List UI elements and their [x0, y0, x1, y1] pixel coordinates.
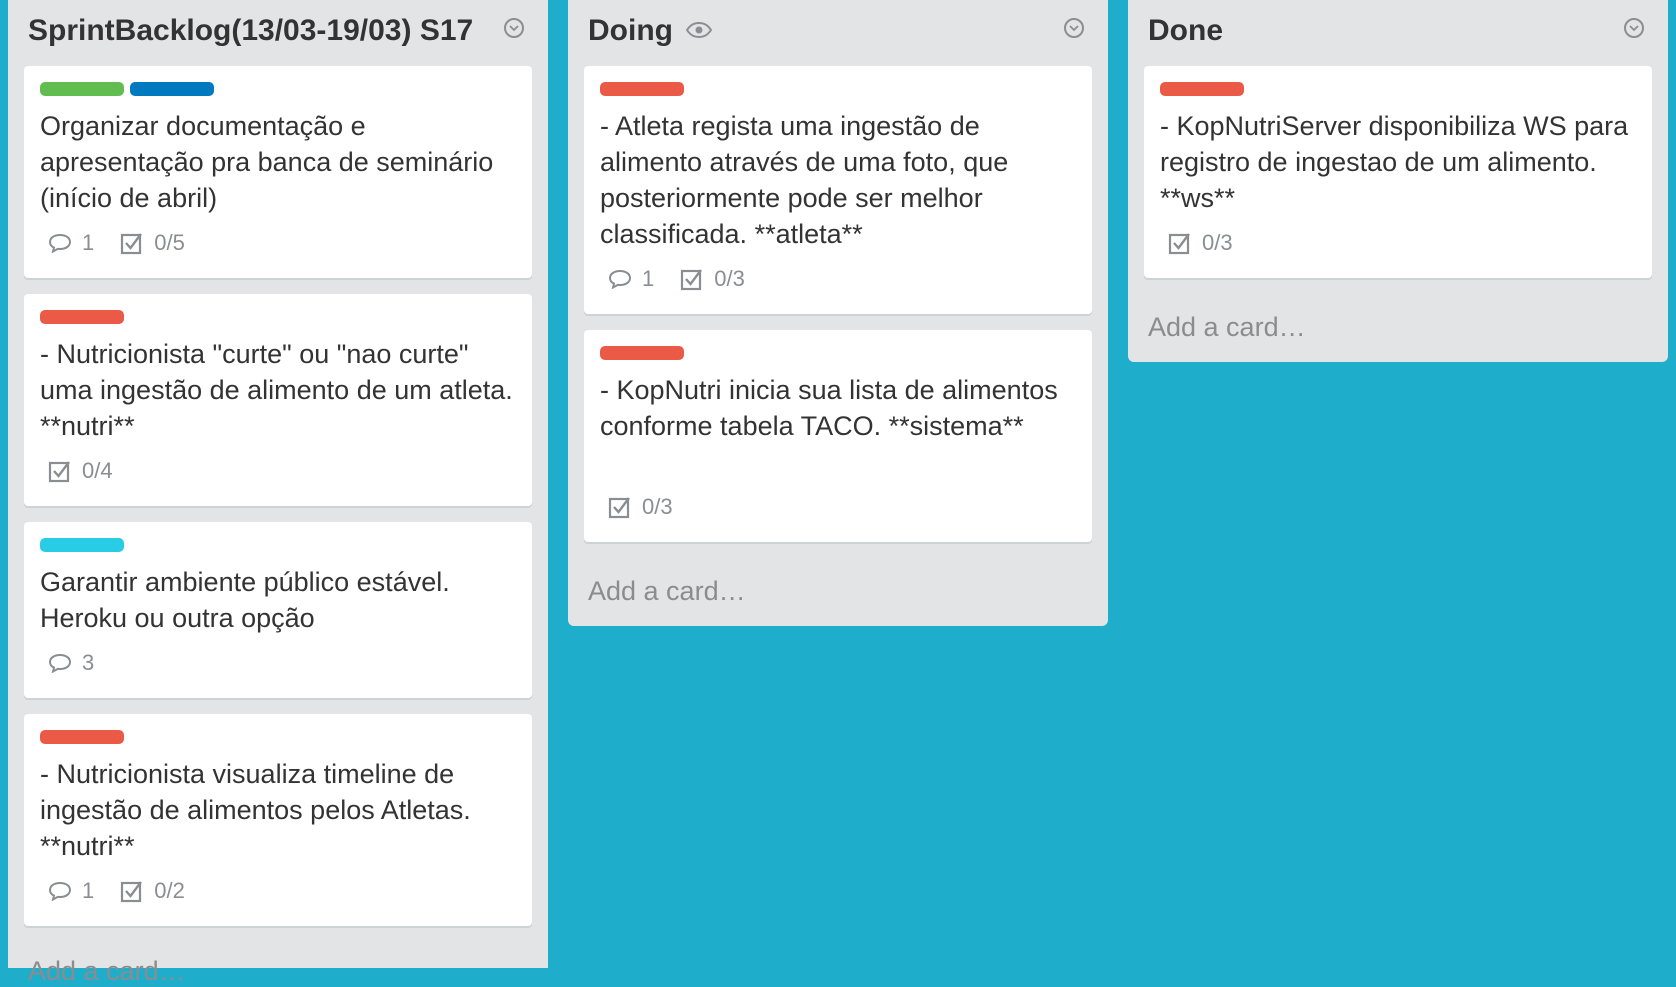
list-header: Doing: [568, 0, 1108, 66]
comment-icon: [48, 653, 72, 673]
label-red: [600, 82, 684, 96]
card[interactable]: - KopNutri inicia sua lista de alimentos…: [584, 330, 1092, 542]
card-title: - Nutricionista "curte" ou "nao curte" u…: [40, 339, 513, 441]
card-title: - Nutricionista visualiza timeline de in…: [40, 759, 471, 861]
checklist-count: 0/5: [154, 230, 185, 255]
list-done: Done - KopNutriServer disponibiliza WS p…: [1128, 0, 1668, 362]
comments-count: 3: [82, 650, 95, 675]
checklist-badge: 0/2: [120, 878, 185, 904]
label-red: [600, 346, 684, 360]
list-title[interactable]: Doing: [588, 14, 673, 48]
card-labels: [1160, 82, 1244, 96]
card-labels: [600, 82, 684, 96]
card-labels: [40, 82, 214, 96]
comments-badge: 1: [608, 266, 654, 292]
checklist-badge: 0/3: [680, 266, 745, 292]
add-card-link[interactable]: Add a card…: [588, 576, 746, 607]
comment-icon: [608, 269, 632, 289]
card-title: - KopNutri inicia sua lista de alimentos…: [600, 375, 1058, 441]
checklist-badge: 0/4: [48, 458, 113, 484]
card-badges: 1 0/2: [48, 878, 185, 904]
checklist-count: 0/3: [1202, 230, 1233, 255]
card[interactable]: - Nutricionista "curte" ou "nao curte" u…: [24, 294, 532, 506]
label-sky: [40, 538, 124, 552]
add-card-link[interactable]: Add a card…: [28, 956, 186, 987]
checklist-badge: 0/3: [608, 494, 673, 520]
label-blue: [130, 82, 214, 96]
card-badges: 3: [48, 650, 94, 676]
checklist-badge: 0/3: [1168, 230, 1233, 256]
list-menu-chevron-icon[interactable]: [504, 18, 524, 38]
checklist-count: 0/3: [642, 494, 673, 519]
comments-count: 1: [82, 878, 95, 903]
list-doing: Doing - Atleta regista uma ingestão de a…: [568, 0, 1108, 626]
label-red: [1160, 82, 1244, 96]
checkbox-icon: [121, 881, 143, 903]
comment-icon: [48, 881, 72, 901]
comments-badge: 1: [48, 230, 94, 256]
list-title[interactable]: SprintBacklog(13/03-19/03) S17: [28, 14, 473, 48]
comment-icon: [48, 233, 72, 253]
label-red: [40, 310, 124, 324]
checkbox-icon: [48, 461, 70, 483]
card-title: - KopNutriServer disponibiliza WS para r…: [1160, 111, 1629, 213]
list-header: Done: [1128, 0, 1668, 66]
card[interactable]: Garantir ambiente público estável. Herok…: [24, 522, 532, 698]
comments-badge: 1: [48, 878, 94, 904]
checkbox-icon: [608, 497, 630, 519]
comments-badge: 3: [48, 650, 94, 676]
checklist-count: 0/3: [714, 266, 745, 291]
card-labels: [600, 346, 684, 360]
checklist-badge: 0/5: [120, 230, 185, 256]
card[interactable]: - KopNutriServer disponibiliza WS para r…: [1144, 66, 1652, 278]
card[interactable]: - Atleta regista uma ingestão de aliment…: [584, 66, 1092, 314]
card-labels: [40, 538, 124, 552]
card-badges: 0/3: [1168, 230, 1233, 256]
card-title: - Atleta regista uma ingestão de aliment…: [600, 111, 1009, 249]
eye-icon: [686, 22, 712, 38]
label-green: [40, 82, 124, 96]
card-badges: 1 0/3: [608, 266, 745, 292]
card-badges: 0/3: [608, 494, 673, 520]
list-menu-chevron-icon[interactable]: [1064, 18, 1084, 38]
card-labels: [40, 310, 124, 324]
comments-count: 1: [642, 266, 655, 291]
card-labels: [40, 730, 124, 744]
card-title: Organizar documentação e apresentação pr…: [40, 111, 494, 213]
list-title[interactable]: Done: [1148, 14, 1223, 48]
list-header: SprintBacklog(13/03-19/03) S17: [8, 0, 548, 66]
add-card-link[interactable]: Add a card…: [1148, 312, 1306, 343]
card-badges: 0/4: [48, 458, 113, 484]
list-sprint-backlog: SprintBacklog(13/03-19/03) S17 Organizar…: [8, 0, 548, 986]
checklist-count: 0/2: [154, 878, 185, 903]
comments-count: 1: [82, 230, 95, 255]
checkbox-icon: [1168, 233, 1190, 255]
list-menu-chevron-icon[interactable]: [1624, 18, 1644, 38]
card-title: Garantir ambiente público estável. Herok…: [40, 567, 450, 633]
card-badges: 1 0/5: [48, 230, 185, 256]
card[interactable]: Organizar documentação e apresentação pr…: [24, 66, 532, 278]
checklist-count: 0/4: [82, 458, 113, 483]
checkbox-icon: [121, 233, 143, 255]
label-red: [40, 730, 124, 744]
card[interactable]: - Nutricionista visualiza timeline de in…: [24, 714, 532, 926]
checkbox-icon: [681, 269, 703, 291]
